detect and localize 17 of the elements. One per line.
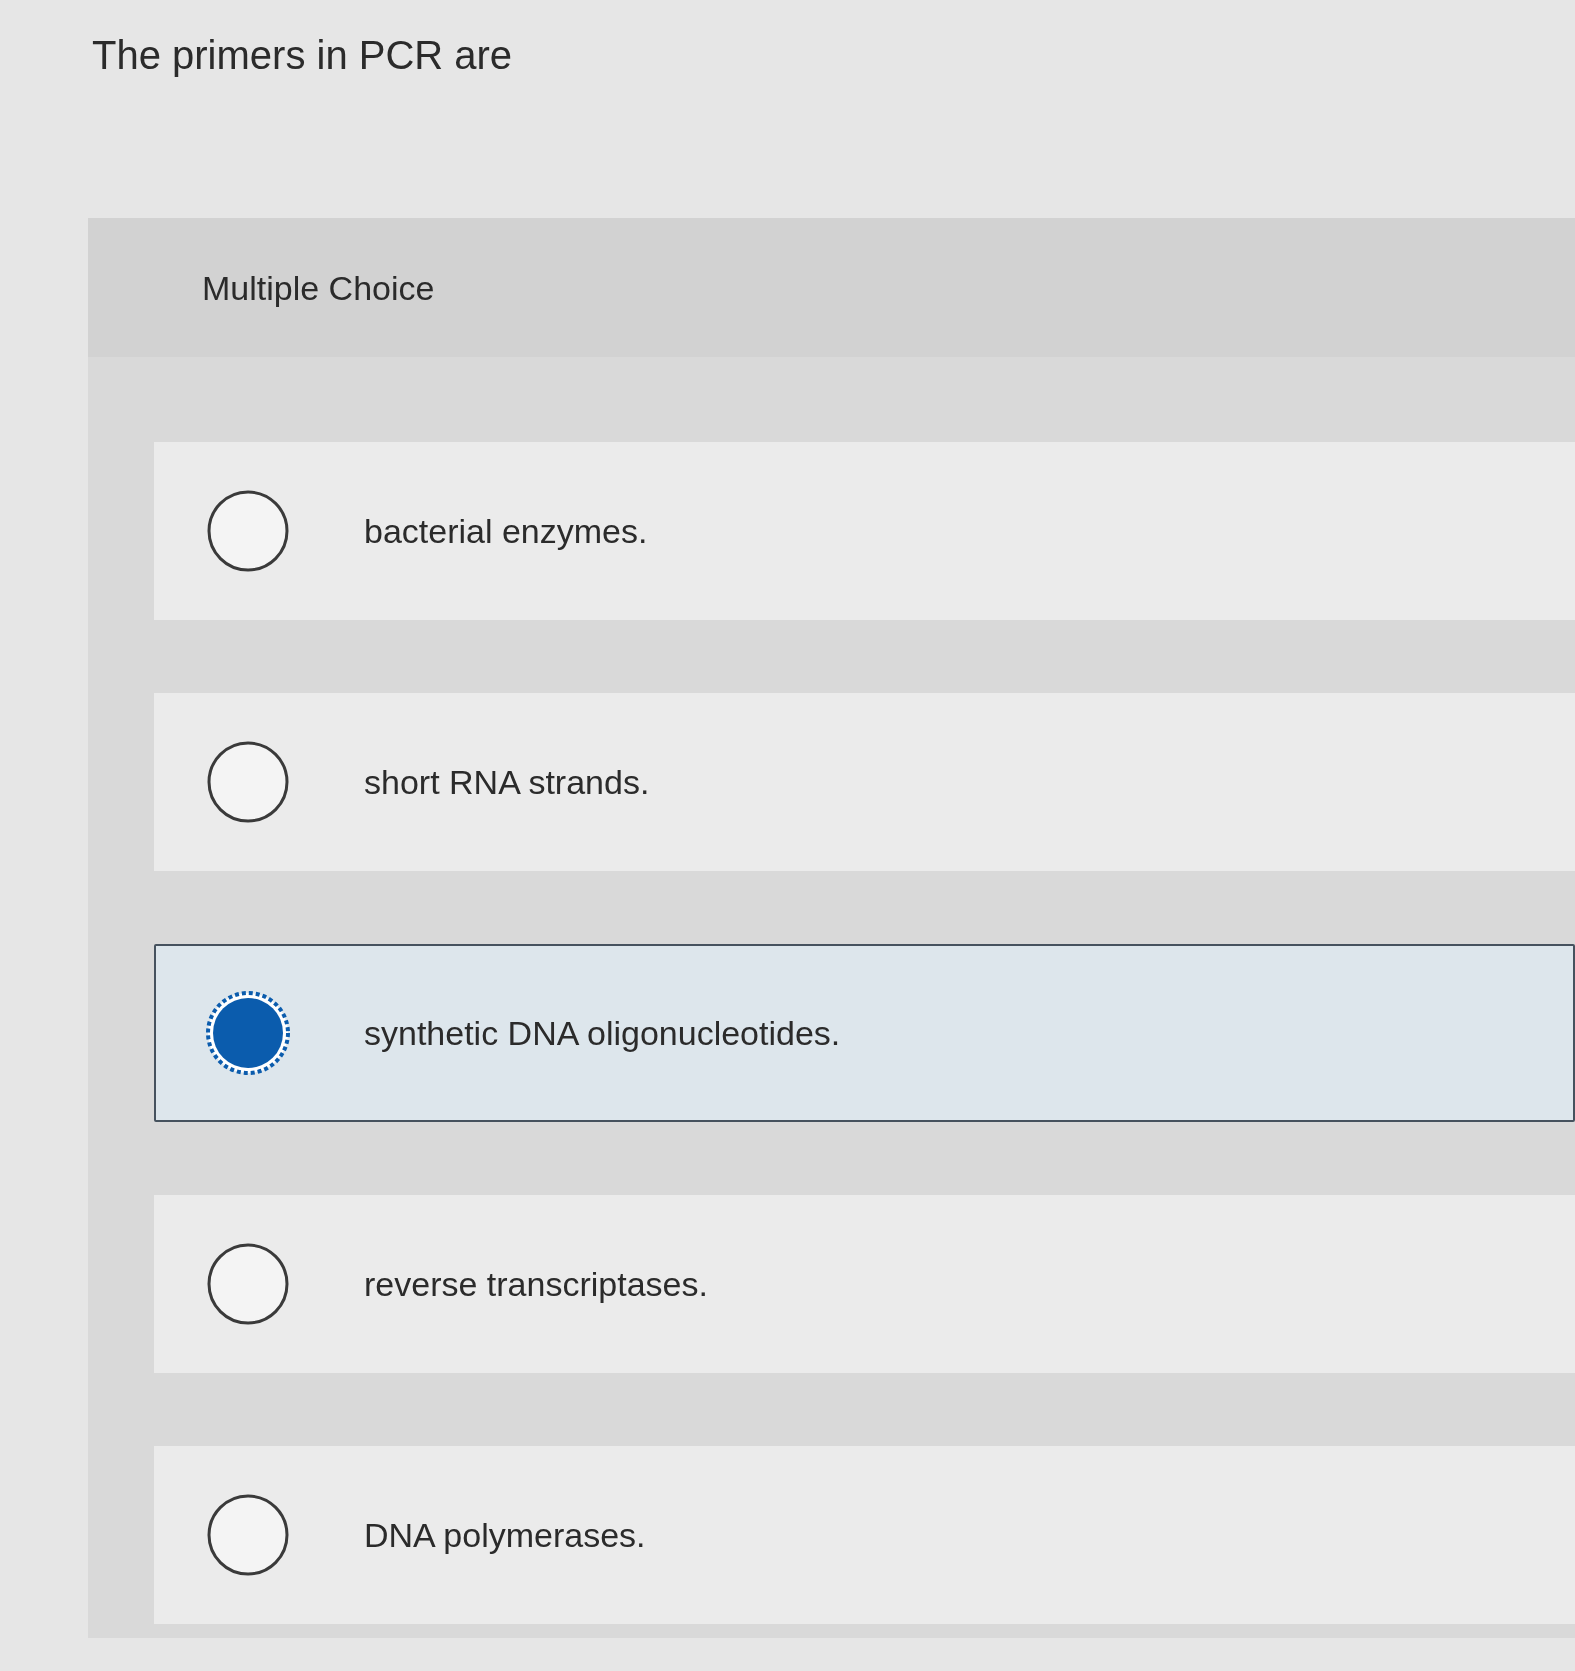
radio-button[interactable] <box>206 740 290 824</box>
option-label: DNA polymerases. <box>364 1515 646 1556</box>
option-label: short RNA strands. <box>364 762 650 803</box>
answer-option[interactable]: reverse transcriptases. <box>154 1195 1575 1373</box>
question-text: The primers in PCR are <box>92 32 513 79</box>
answer-option[interactable]: short RNA strands. <box>154 693 1575 871</box>
option-label: reverse transcriptases. <box>364 1264 708 1305</box>
radio-button-selected[interactable] <box>206 991 290 1075</box>
answer-option[interactable]: bacterial enzymes. <box>154 442 1575 620</box>
radio-button[interactable] <box>206 1242 290 1326</box>
option-label: synthetic DNA oligonucleotides. <box>364 1013 841 1054</box>
radio-button[interactable] <box>206 489 290 573</box>
answer-option-selected[interactable]: synthetic DNA oligonucleotides. <box>154 944 1575 1122</box>
radio-button[interactable] <box>206 1493 290 1577</box>
answer-option[interactable]: DNA polymerases. <box>154 1446 1575 1624</box>
option-label: bacterial enzymes. <box>364 511 648 552</box>
question-type-label: Multiple Choice <box>202 267 435 309</box>
